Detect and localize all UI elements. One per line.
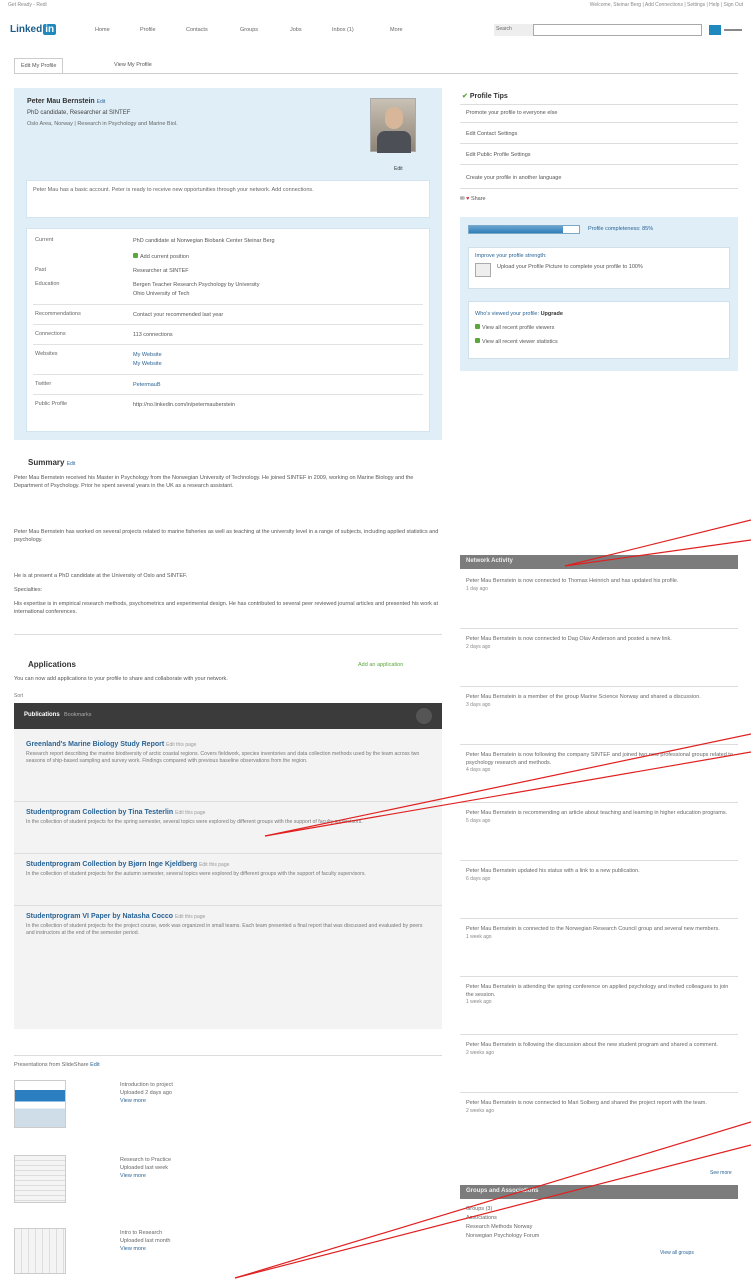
annotation-line (264, 733, 751, 837)
annotation-line (264, 751, 751, 837)
annotation-lines (234, 519, 751, 1279)
annotation-line (564, 519, 751, 567)
annotation-line (234, 1144, 751, 1279)
annotation-line (564, 539, 751, 567)
annotation-line (234, 1121, 751, 1279)
